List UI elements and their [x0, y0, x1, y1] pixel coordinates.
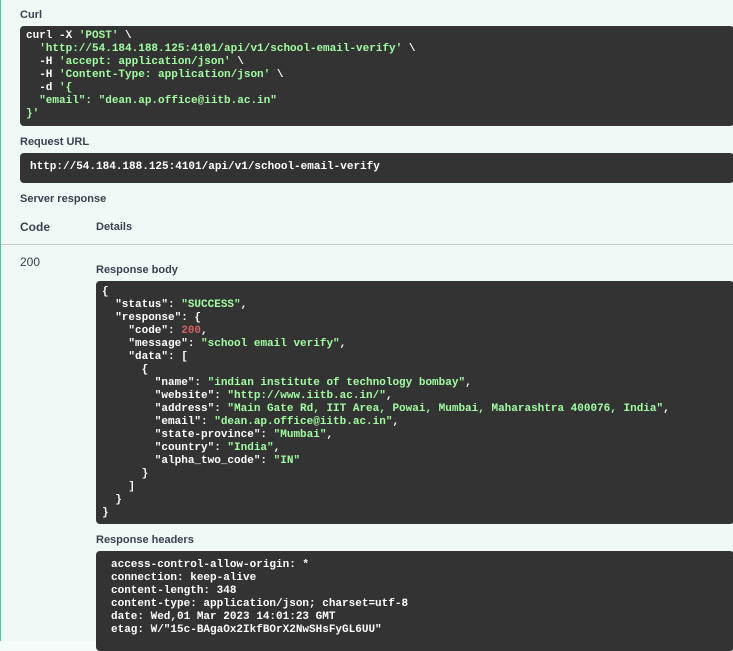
curl-line: curl -X 'POST' \: [26, 30, 132, 42]
response-header-line: access-control-allow-origin: *: [111, 559, 310, 571]
response-body-line: {: [102, 286, 109, 298]
response-header-line: date: Wed,01 Mar 2023 14:01:23 GMT: [111, 611, 336, 623]
header-divider: [1, 244, 733, 245]
curl-line: 'http://54.184.188.125:4101/api/v1/schoo…: [39, 43, 416, 55]
response-headers-label: Response headers: [96, 534, 194, 546]
response-header-line: etag: W/"15c-BAgaOx2IkfBOrX2NwSHsFyGL6UU…: [111, 624, 382, 636]
request-url-block[interactable]: http://54.184.188.125:4101/api/v1/school…: [20, 153, 733, 183]
response-body-line: }: [102, 494, 122, 506]
response-body-line: "email": "dean.ap.office@iitb.ac.in",: [102, 416, 400, 428]
response-body-line: "name": "indian institute of technology …: [102, 377, 472, 389]
curl-code-block[interactable]: curl -X 'POST' \ 'http://54.184.188.125:…: [20, 26, 733, 126]
response-body-line: "website": "http://www.iitb.ac.in/",: [102, 390, 393, 402]
response-body-line: "address": "Main Gate Rd, IIT Area, Powa…: [102, 403, 670, 415]
curl-line: -d '{: [26, 82, 73, 94]
response-header-line: content-type: application/json; charset=…: [111, 598, 409, 610]
server-response-label: Server response: [20, 193, 107, 205]
response-body-line: "data": [: [102, 351, 188, 363]
details-column-header: Details: [96, 221, 133, 233]
request-url-label: Request URL: [20, 136, 90, 148]
response-body-label: Response body: [96, 264, 178, 276]
request-url-value: http://54.184.188.125:4101/api/v1/school…: [30, 161, 380, 173]
response-status-code: 200: [20, 255, 41, 269]
response-body-line: "status": "SUCCESS",: [102, 299, 248, 311]
response-body-line: "alpha_two_code": "IN": [102, 455, 301, 467]
response-body-line: "response": {: [102, 312, 202, 324]
curl-line: -H 'accept: application/json' \: [26, 56, 244, 68]
curl-line: "email": "dean.ap.office@iitb.ac.in": [39, 95, 277, 107]
response-body-line: }: [102, 468, 149, 480]
curl-line: -H 'Content-Type: application/json' \: [26, 69, 284, 81]
code-column-header: Code: [20, 220, 50, 234]
response-body-line: {: [102, 364, 149, 376]
response-panel: Curl curl -X 'POST' \ 'http://54.184.188…: [0, 0, 733, 651]
response-body-line: "message": "school email verify",: [102, 338, 347, 350]
curl-label: Curl: [20, 9, 42, 21]
curl-line: }': [26, 108, 40, 120]
response-body-line: }: [102, 507, 109, 519]
response-body-line: "country": "India",: [102, 442, 281, 454]
response-body-line: "state-province": "Mumbai",: [102, 429, 334, 441]
response-body-block[interactable]: { "status": "SUCCESS", "response": { "co…: [96, 281, 733, 524]
response-header-line: connection: keep-alive: [111, 572, 257, 584]
response-body-line: ]: [102, 481, 136, 493]
response-body-line: "code": 200,: [102, 325, 208, 337]
response-headers-block[interactable]: access-control-allow-origin: * connection…: [96, 551, 733, 651]
response-header-line: content-length: 348: [111, 585, 237, 597]
